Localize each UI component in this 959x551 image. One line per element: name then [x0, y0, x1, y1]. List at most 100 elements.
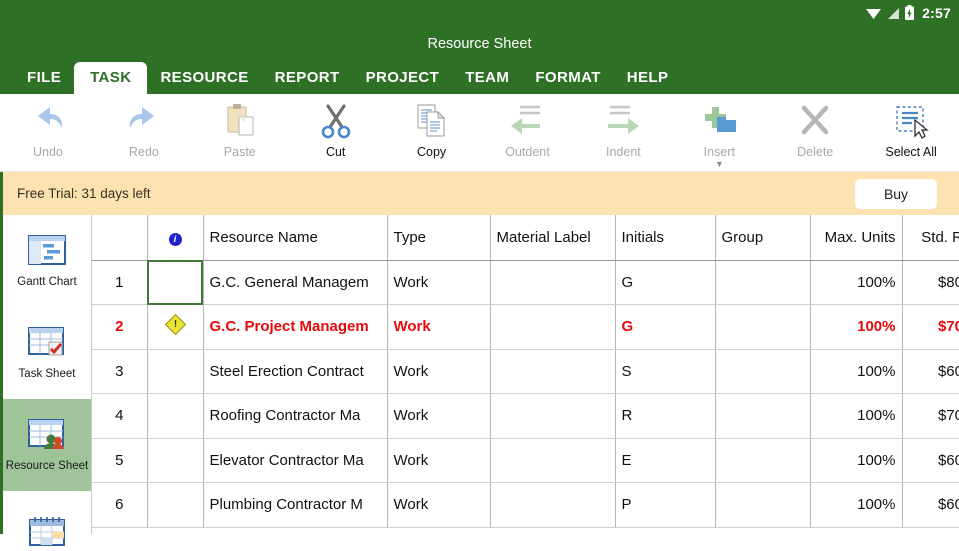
- cell-units[interactable]: 100%: [810, 438, 903, 483]
- sidebar-item-calendar[interactable]: [3, 491, 91, 551]
- cell-id[interactable]: 6: [92, 482, 148, 528]
- view-sidebar: Gantt Chart Task Sheet Resource Sheet: [0, 215, 92, 546]
- cell-name[interactable]: Steel Erection Contract: [203, 349, 388, 394]
- cell-units[interactable]: 100%: [810, 260, 903, 305]
- table-row[interactable]: 3 Steel Erection ContractWork S 100%$60.0: [92, 349, 959, 394]
- cell-group[interactable]: [715, 393, 811, 439]
- cell-units[interactable]: 100%: [810, 349, 903, 394]
- cell-mat[interactable]: [490, 482, 616, 528]
- cell-mat[interactable]: [490, 349, 616, 394]
- buy-button[interactable]: Buy: [855, 178, 937, 209]
- cell-rate[interactable]: $70.0: [902, 304, 959, 350]
- resource-sheet-icon: [27, 418, 67, 455]
- column-header-type[interactable]: Type: [387, 215, 491, 261]
- ribbon-button-redo[interactable]: Redo: [96, 98, 192, 171]
- cell-id[interactable]: 3: [92, 349, 148, 394]
- ribbon-button-paste[interactable]: Paste: [192, 98, 288, 171]
- row-indicator-cell[interactable]: [147, 438, 204, 483]
- column-header-ind[interactable]: i: [147, 215, 204, 261]
- cell-units[interactable]: 100%: [810, 304, 903, 350]
- ribbon-button-copy[interactable]: Copy: [384, 98, 480, 171]
- table-row[interactable]: 1 G.C. General ManagemWork G 100%$80.0: [92, 260, 959, 305]
- ribbon-button-label: Outdent: [505, 145, 550, 159]
- cell-mat[interactable]: [490, 393, 616, 439]
- outdent-arrow-icon: [506, 98, 548, 144]
- ribbon-button-label: Cut: [325, 145, 346, 159]
- column-header-id[interactable]: [92, 215, 148, 261]
- cell-type[interactable]: Work: [387, 304, 491, 350]
- cell-group[interactable]: [715, 482, 811, 528]
- ribbon-button-cut[interactable]: Cut: [288, 98, 384, 171]
- column-header-name[interactable]: Resource Name: [203, 215, 388, 261]
- table-row[interactable]: 5 Elevator Contractor MaWork E 100%$60.0: [92, 438, 959, 483]
- row-indicator-cell[interactable]: [147, 393, 204, 439]
- cell-rate[interactable]: $60.0: [902, 349, 959, 394]
- cell-name[interactable]: Plumbing Contractor M: [203, 482, 388, 528]
- ribbon-button-indent[interactable]: Indent: [575, 98, 671, 171]
- table-row[interactable]: 6 Plumbing Contractor MWork P 100%$60.0: [92, 482, 959, 528]
- cell-rate[interactable]: $60.0: [902, 482, 959, 528]
- cell-type[interactable]: Work: [387, 349, 491, 394]
- cell-name[interactable]: G.C. General Managem: [203, 260, 388, 305]
- cell-mat[interactable]: [490, 260, 616, 305]
- tab-file[interactable]: FILE: [14, 62, 74, 94]
- cell-type[interactable]: Work: [387, 482, 491, 528]
- cell-init[interactable]: G: [615, 260, 716, 305]
- cell-units[interactable]: 100%: [810, 393, 903, 439]
- sidebar-item-task-sheet[interactable]: Task Sheet: [3, 307, 91, 399]
- cell-units[interactable]: 100%: [810, 482, 903, 528]
- tab-format[interactable]: FORMAT: [522, 62, 613, 94]
- cell-group[interactable]: [715, 438, 811, 483]
- cell-id[interactable]: 4: [92, 393, 148, 439]
- cell-rate[interactable]: $80.0: [902, 260, 959, 305]
- cell-rate[interactable]: $60.0: [902, 438, 959, 483]
- cell-init[interactable]: R: [615, 393, 716, 439]
- tab-help[interactable]: HELP: [614, 62, 682, 94]
- sidebar-item-resource-sheet[interactable]: Resource Sheet: [3, 399, 91, 491]
- row-indicator-cell[interactable]: [147, 304, 204, 350]
- table-row[interactable]: 2 G.C. Project ManagemWork G 100%$70.0: [92, 304, 959, 350]
- resource-sheet-grid[interactable]: i Resource Name Type Material Label Initials…: [92, 215, 959, 534]
- cell-mat[interactable]: [490, 438, 616, 483]
- row-indicator-cell[interactable]: [147, 349, 204, 394]
- row-indicator-cell[interactable]: [147, 482, 204, 528]
- ribbon-button-undo[interactable]: Undo: [0, 98, 96, 171]
- chevron-down-icon[interactable]: ▼: [715, 160, 724, 169]
- cell-mat[interactable]: [490, 304, 616, 350]
- row-indicator-cell[interactable]: [147, 260, 204, 305]
- tab-task[interactable]: TASK: [74, 62, 148, 94]
- column-header-group[interactable]: Group: [715, 215, 811, 261]
- cell-name[interactable]: Elevator Contractor Ma: [203, 438, 388, 483]
- ribbon-button-insert[interactable]: Insert ▼: [671, 98, 767, 171]
- cell-group[interactable]: [715, 260, 811, 305]
- table-header-row: i Resource Name Type Material Label Initials…: [92, 215, 959, 261]
- cell-id[interactable]: 1: [92, 260, 148, 305]
- cell-group[interactable]: [715, 304, 811, 350]
- cell-group[interactable]: [715, 349, 811, 394]
- tab-resource[interactable]: RESOURCE: [147, 62, 261, 94]
- column-header-mat[interactable]: Material Label: [490, 215, 616, 261]
- sidebar-item-gantt-chart[interactable]: Gantt Chart: [3, 215, 91, 307]
- ribbon-button-delete[interactable]: Delete: [767, 98, 863, 171]
- column-header-rate[interactable]: Std. Rat: [902, 215, 959, 261]
- column-header-init[interactable]: Initials: [615, 215, 716, 261]
- cell-rate[interactable]: $70.0: [902, 393, 959, 439]
- cell-init[interactable]: E: [615, 438, 716, 483]
- cell-id[interactable]: 2: [92, 304, 148, 350]
- cell-id[interactable]: 5: [92, 438, 148, 483]
- cell-type[interactable]: Work: [387, 438, 491, 483]
- column-header-units[interactable]: Max. Units: [810, 215, 903, 261]
- cell-name[interactable]: G.C. Project Managem: [203, 304, 388, 350]
- cell-type[interactable]: Work: [387, 260, 491, 305]
- cell-type[interactable]: Work: [387, 393, 491, 439]
- cell-name[interactable]: Roofing Contractor Ma: [203, 393, 388, 439]
- cell-init[interactable]: G: [615, 304, 716, 350]
- table-row[interactable]: 4 Roofing Contractor MaWork R 100%$70.0: [92, 393, 959, 439]
- tab-project[interactable]: PROJECT: [353, 62, 453, 94]
- cell-init[interactable]: S: [615, 349, 716, 394]
- cell-init[interactable]: P: [615, 482, 716, 528]
- tab-report[interactable]: REPORT: [262, 62, 353, 94]
- ribbon-button-outdent[interactable]: Outdent: [480, 98, 576, 171]
- tab-team[interactable]: TEAM: [452, 62, 522, 94]
- ribbon-button-select-all[interactable]: Select All: [863, 98, 959, 171]
